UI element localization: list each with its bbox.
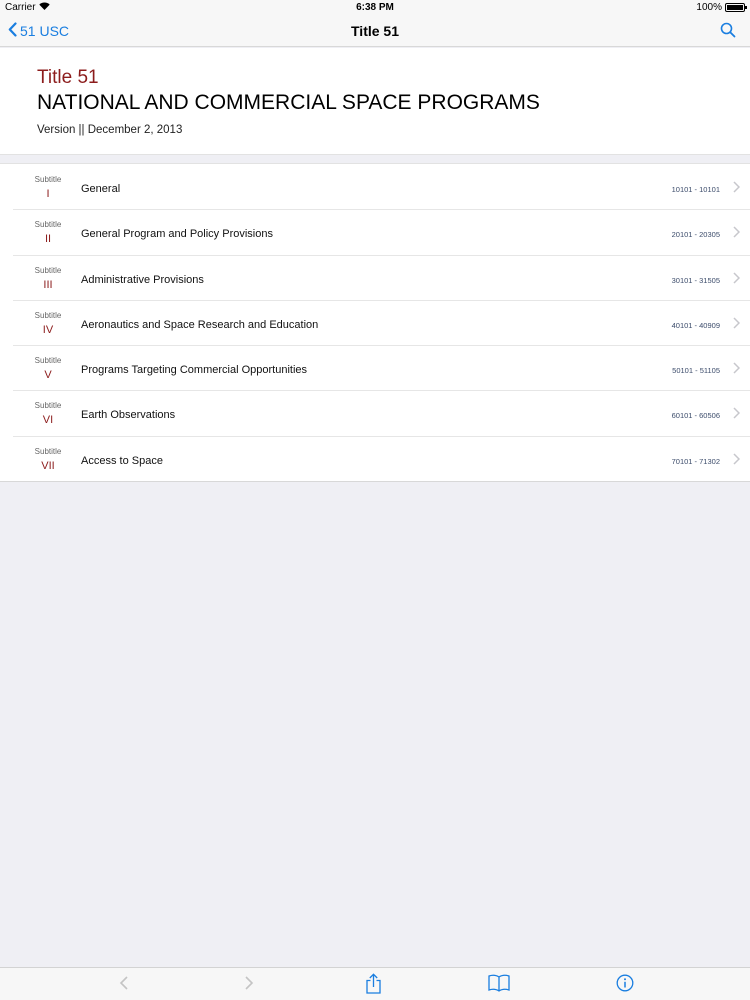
- search-icon: [720, 22, 736, 42]
- list-item[interactable]: Subtitle II General Program and Policy P…: [0, 209, 750, 254]
- title-name: NATIONAL AND COMMERCIAL SPACE PROGRAMS: [37, 91, 540, 114]
- share-button[interactable]: [365, 973, 382, 999]
- subtitle-label: Subtitle: [34, 401, 62, 411]
- subtitle-number: III: [43, 278, 53, 291]
- subtitle-label: Subtitle: [34, 175, 62, 184]
- subtitle-number: VII: [41, 459, 55, 472]
- subtitle-name: Access to Space: [81, 454, 163, 467]
- title-header: Title 51 NATIONAL AND COMMERCIAL SPACE P…: [0, 48, 750, 155]
- subtitle-label: Subtitle: [34, 310, 62, 320]
- subtitle-number: II: [44, 233, 52, 246]
- subtitle-name: General: [81, 183, 121, 195]
- bottom-toolbar: [0, 967, 750, 1000]
- section-range: 60101 - 60506: [671, 411, 720, 421]
- chevron-right-icon: [733, 452, 741, 470]
- info-button[interactable]: [616, 974, 634, 997]
- section-range: 70101 - 71302: [671, 456, 720, 466]
- subtitle-label: Subtitle: [34, 446, 62, 456]
- subtitle-number: VI: [42, 414, 54, 427]
- chevron-right-icon: [733, 361, 741, 379]
- section-range: 50101 - 51105: [672, 366, 720, 376]
- subtitle-name: Aeronautics and Space Research and Educa…: [81, 318, 319, 331]
- status-bar: Carrier 6:38 PM 100%: [0, 0, 750, 16]
- section-range: 10101 - 10101: [671, 185, 720, 194]
- share-icon: [365, 973, 382, 998]
- list-item[interactable]: Subtitle VI Earth Observations 60101 - 6…: [0, 390, 750, 435]
- subtitle-number: V: [44, 369, 52, 382]
- title-number: Title 51: [37, 67, 99, 88]
- bookmarks-button[interactable]: [488, 974, 510, 997]
- app-screen: Carrier 6:38 PM 100% 51 USC Title 51 Tit…: [0, 0, 750, 1000]
- subtitle-name: Programs Targeting Commercial Opportunit…: [81, 364, 307, 377]
- status-right: 100%: [696, 2, 747, 13]
- navigation-bar: 51 USC Title 51: [0, 16, 750, 47]
- chevron-right-icon: [733, 406, 741, 424]
- chevron-right-icon: [733, 316, 741, 334]
- subtitle-label: Subtitle: [34, 356, 62, 366]
- subtitle-label: Subtitle: [34, 220, 62, 230]
- list-item[interactable]: Subtitle VII Access to Space 70101 - 713…: [0, 435, 750, 481]
- chevron-right-icon: [244, 976, 254, 995]
- nav-title: Title 51: [351, 23, 399, 39]
- subtitle-name: General Program and Policy Provisions: [81, 228, 273, 241]
- chevron-right-icon: [733, 225, 741, 243]
- section-range: 30101 - 31505: [671, 275, 720, 285]
- battery-percent: 100%: [696, 2, 722, 13]
- book-icon: [488, 974, 510, 996]
- chevron-right-icon: [733, 271, 741, 289]
- subtitle-label: Subtitle: [34, 265, 62, 275]
- section-range: 40101 - 40909: [671, 320, 720, 330]
- history-back-button[interactable]: [119, 975, 129, 996]
- subtitle-number: I: [46, 188, 50, 200]
- history-forward-button[interactable]: [244, 975, 254, 996]
- subtitle-name: Earth Observations: [81, 409, 176, 422]
- info-icon: [616, 974, 634, 996]
- section-range: 20101 - 20305: [671, 230, 720, 240]
- chevron-left-icon: [119, 976, 129, 995]
- list-item[interactable]: Subtitle V Programs Targeting Commercial…: [0, 345, 750, 390]
- list-item[interactable]: Subtitle IV Aeronautics and Space Resear…: [0, 299, 750, 345]
- search-button[interactable]: [720, 22, 736, 43]
- subtitle-number: IV: [42, 323, 54, 336]
- battery-icon: [725, 3, 747, 12]
- subtitle-list: Subtitle I General 10101 - 10101 Subtitl…: [0, 163, 750, 483]
- clock: 6:38 PM: [356, 2, 394, 13]
- list-item[interactable]: Subtitle III Administrative Provisions 3…: [0, 254, 750, 300]
- chevron-right-icon: [733, 180, 741, 198]
- version-info: Version || December 2, 2013: [37, 124, 183, 136]
- list-item[interactable]: Subtitle I General 10101 - 10101: [0, 164, 750, 209]
- subtitle-name: Administrative Provisions: [81, 273, 204, 286]
